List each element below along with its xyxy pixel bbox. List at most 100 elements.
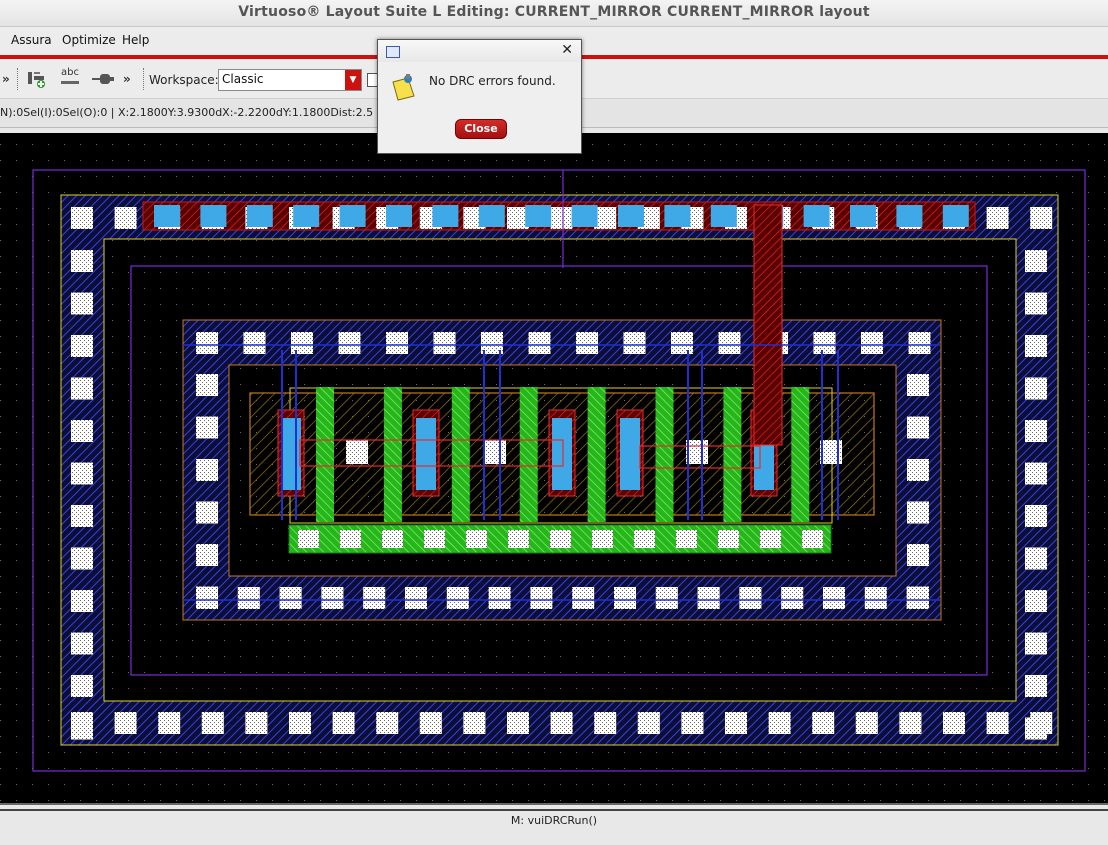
menu-assura[interactable]: Assura: [11, 33, 52, 47]
create-pin-icon[interactable]: [91, 70, 115, 88]
toolbar-overflow-right[interactable]: »: [123, 72, 131, 86]
inner-ring-contact: [697, 587, 720, 609]
create-label-icon[interactable]: abc: [59, 67, 83, 91]
command-message: M: vuiDRCRun(): [510, 814, 598, 827]
dialog-message: No DRC errors found.: [429, 74, 556, 88]
dialog-titlebar[interactable]: ✕: [378, 40, 581, 62]
ring-contact: [1025, 462, 1047, 485]
poly-contact: [718, 530, 739, 548]
menu-help[interactable]: Help: [122, 33, 149, 47]
diff-contact: [686, 440, 708, 464]
create-instance-icon[interactable]: [26, 69, 48, 89]
inner-ring-contact: [446, 587, 469, 609]
ring-contact: [681, 712, 704, 734]
diff-contact: [484, 440, 506, 464]
ring-contact: [1025, 547, 1047, 570]
ring-contact: [1030, 207, 1053, 229]
ring-contact: [943, 712, 965, 734]
inner-ring-contact: [488, 587, 511, 609]
toolbar-grip-2: [143, 68, 146, 90]
poly-contact: [382, 530, 403, 548]
ring-contact: [71, 632, 93, 655]
ring-contact: [1025, 420, 1047, 442]
workspace-value: Classic: [222, 72, 264, 86]
inner-ring-contact: [338, 332, 361, 354]
inner-ring-contact: [813, 332, 836, 354]
top-blue-contact: [246, 205, 273, 227]
ring-contact: [71, 505, 93, 527]
inner-ring-contact: [530, 587, 553, 609]
poly-contact: [676, 530, 697, 548]
ring-contact: [114, 207, 137, 229]
top-blue-contact: [710, 205, 737, 227]
close-button[interactable]: Close: [455, 119, 507, 139]
ring-contact: [637, 712, 660, 734]
ring-contact: [419, 712, 442, 734]
inner-ring-contact: [907, 544, 929, 566]
close-icon[interactable]: ✕: [561, 42, 573, 58]
top-blue-contact: [664, 205, 691, 227]
inner-ring-contact: [243, 332, 266, 354]
sd-contact: [281, 418, 301, 490]
inner-ring-contact: [196, 544, 218, 566]
ring-contact: [768, 712, 791, 734]
ring-contact: [245, 712, 268, 734]
ring-contact: [71, 420, 93, 442]
poly-gate: [316, 387, 334, 522]
ring-contact: [550, 207, 573, 229]
inner-ring-contact: [528, 332, 551, 354]
ring-contact: [463, 712, 486, 734]
toolbar-overflow-left[interactable]: »: [2, 72, 10, 86]
inner-ring-contact: [196, 459, 218, 481]
ring-contact: [71, 207, 93, 229]
layout-canvas[interactable]: [0, 133, 1108, 803]
poly-gate: [723, 387, 742, 522]
ring-contact: [812, 712, 835, 734]
ring-contact: [725, 712, 747, 734]
inner-ring-contact: [433, 332, 456, 354]
inner-ring-contact: [279, 587, 302, 609]
ring-contact: [71, 462, 93, 485]
drc-result-dialog[interactable]: ✕ No DRC errors found. Close: [377, 39, 582, 154]
inner-ring-contact: [576, 332, 598, 354]
ring-contact: [114, 712, 137, 734]
poly-gate: [383, 387, 402, 522]
inner-ring-contact: [405, 587, 427, 609]
top-blue-contact: [896, 205, 923, 227]
poly-contact: [508, 530, 529, 548]
inner-ring-contact: [196, 374, 218, 396]
menu-optimize[interactable]: Optimize: [62, 33, 116, 47]
diff-contact: [346, 440, 368, 464]
top-blue-contact: [942, 205, 969, 227]
poly-contact: [340, 530, 361, 548]
inner-ring-contact: [291, 332, 313, 354]
inner-ring-contact: [907, 416, 929, 439]
ring-contact: [1025, 377, 1047, 400]
ring-contact: [201, 712, 224, 734]
inner-ring-contact: [739, 587, 762, 609]
inner-ring-contact: [907, 501, 929, 524]
cursor-status: N):0Sel(I):0Sel(O):0 | X:2.1800Y:3.9300d…: [0, 106, 374, 119]
inner-ring-contact: [196, 501, 218, 524]
top-blue-contact: [525, 205, 552, 227]
chevron-down-icon[interactable]: ▼: [345, 70, 361, 90]
inner-ring-contact: [908, 332, 931, 354]
ring-contact: [1025, 250, 1047, 272]
poly-gate: [655, 387, 674, 522]
sd-contact: [620, 418, 640, 490]
ring-contact: [71, 335, 93, 357]
ring-contact: [550, 712, 573, 734]
workspace-select[interactable]: Classic ▼: [218, 69, 362, 91]
top-blue-contact: [154, 205, 180, 227]
top-blue-contact: [850, 205, 876, 227]
inner-ring-contact: [861, 332, 883, 354]
workspace-label: Workspace:: [149, 73, 219, 87]
sd-contact: [552, 418, 572, 490]
window-title: Virtuoso® Layout Suite L Editing: CURREN…: [238, 4, 870, 20]
inner-ring-contact: [655, 587, 678, 609]
ring-contact: [71, 675, 93, 697]
toolbar-grip: [17, 68, 20, 90]
top-blue-contact: [571, 205, 598, 227]
ring-contact: [1025, 292, 1047, 315]
ring-contact: [71, 377, 93, 400]
